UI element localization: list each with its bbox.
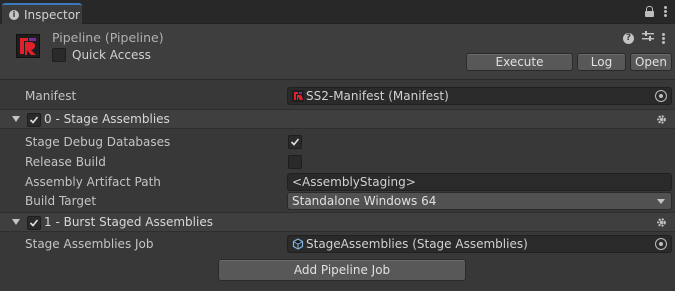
section-burst-staged-assemblies[interactable]: 1 - Burst Staged Assemblies (0, 212, 675, 232)
execute-button[interactable]: Execute (466, 53, 573, 71)
object-picker-icon[interactable] (655, 90, 667, 102)
log-button[interactable]: Log (577, 53, 626, 71)
manifest-label: Manifest (25, 89, 77, 103)
stage-assemblies-job-field[interactable]: StageAssemblies (Stage Assemblies) (287, 235, 672, 253)
release-build-label: Release Build (25, 155, 106, 169)
section-enabled-checkbox[interactable] (27, 113, 41, 127)
build-target-label: Build Target (25, 194, 97, 208)
stage-debug-databases-row: Stage Debug Databases (0, 132, 675, 152)
section-label: 1 - Burst Staged Assemblies (44, 215, 213, 229)
chevron-down-icon (657, 199, 665, 204)
stage-assemblies-job-row: Stage Assemblies Job StageAssemblies (St… (0, 234, 675, 254)
object-title: Pipeline (Pipeline) (52, 30, 164, 45)
gear-icon[interactable] (656, 114, 667, 125)
info-icon: i (9, 9, 19, 20)
inspector-header: Pipeline (Pipeline) Quick Access ? Execu… (0, 24, 675, 80)
scriptable-object-icon (292, 238, 304, 250)
open-button[interactable]: Open (630, 53, 672, 71)
add-pipeline-job-button[interactable]: Add Pipeline Job (218, 259, 466, 281)
presets-icon[interactable] (642, 31, 654, 45)
object-picker-icon[interactable] (655, 238, 667, 250)
foldout-arrow-icon[interactable] (12, 219, 20, 225)
tab-bar: i Inspector (0, 0, 675, 24)
build-target-value: Standalone Windows 64 (292, 194, 437, 208)
assembly-artifact-path-row: Assembly Artifact Path <AssemblyStaging> (0, 172, 675, 192)
assembly-artifact-path-value: <AssemblyStaging> (292, 175, 416, 189)
stage-debug-databases-checkbox[interactable] (288, 135, 302, 149)
header-tools: ? (623, 31, 665, 45)
stage-assemblies-job-value: StageAssemblies (Stage Assemblies) (306, 237, 528, 251)
quick-access-label: Quick Access (72, 48, 151, 62)
tab-tools (645, 6, 667, 17)
help-icon[interactable]: ? (623, 32, 634, 44)
stage-assemblies-job-label: Stage Assemblies Job (25, 237, 154, 251)
manifest-row: Manifest SS2-Manifest (Manifest) (0, 86, 675, 106)
release-build-row: Release Build (0, 152, 675, 172)
build-target-dropdown[interactable]: Standalone Windows 64 (287, 192, 672, 210)
manifest-asset-icon (292, 90, 304, 102)
section-label: 0 - Stage Assemblies (44, 112, 170, 126)
assembly-artifact-path-label: Assembly Artifact Path (25, 175, 161, 189)
manifest-value: SS2-Manifest (Manifest) (306, 89, 449, 103)
section-stage-assemblies[interactable]: 0 - Stage Assemblies (0, 109, 675, 129)
tab-inspector[interactable]: i Inspector (2, 3, 82, 24)
tab-label: Inspector (24, 7, 80, 22)
stage-debug-databases-label: Stage Debug Databases (25, 135, 171, 149)
section-enabled-checkbox[interactable] (27, 216, 41, 230)
build-target-row: Build Target Standalone Windows 64 (0, 191, 675, 211)
assembly-artifact-path-input[interactable]: <AssemblyStaging> (287, 173, 672, 191)
foldout-arrow-icon[interactable] (12, 116, 20, 122)
release-build-checkbox[interactable] (288, 155, 302, 169)
quick-access-checkbox[interactable] (52, 48, 66, 62)
lock-icon[interactable] (645, 6, 654, 17)
more-menu-icon[interactable] (664, 6, 667, 17)
gear-icon[interactable] (656, 217, 667, 228)
pipeline-logo-icon (16, 34, 40, 58)
quick-access-toggle[interactable]: Quick Access (52, 48, 151, 62)
manifest-field[interactable]: SS2-Manifest (Manifest) (287, 87, 672, 105)
context-menu-icon[interactable] (662, 32, 665, 44)
